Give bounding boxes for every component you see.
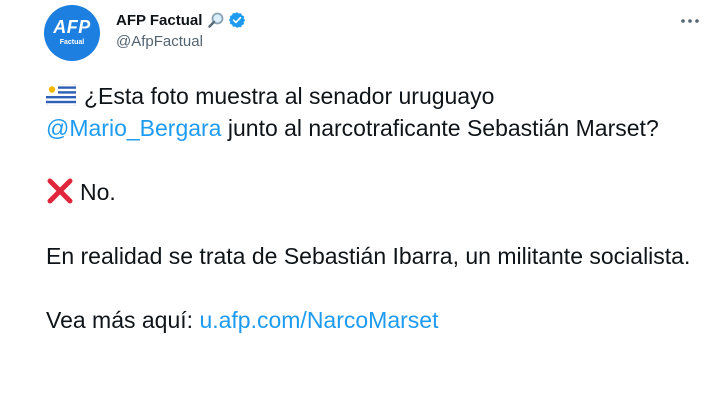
avatar[interactable]: AFP Factual — [44, 5, 100, 61]
tweet-body: ¿Esta foto muestra al senador uruguayo @… — [45, 80, 706, 336]
answer-paragraph: No. — [46, 176, 706, 208]
article-link[interactable]: u.afp.com/NarcoMarset — [199, 307, 438, 333]
avatar-logo-text: AFP — [53, 17, 91, 37]
author-name-row: AFP Factual — [116, 10, 246, 30]
avatar-logo-subtext: Factual — [59, 39, 85, 46]
author-handle[interactable]: @AfpFactual — [116, 33, 246, 50]
answer-text: No. — [80, 179, 116, 205]
more-options-icon — [680, 11, 700, 29]
question-text-continued: junto al narcotraficante Sebastián Marse… — [221, 115, 659, 141]
more-info-prefix: Vea más aquí: — [46, 307, 200, 333]
verified-badge-icon — [228, 11, 246, 29]
more-info-paragraph: Vea más aquí: u.afp.com/NarcoMarset — [46, 304, 706, 336]
tweet: AFP Factual AFP Factual @AfpFactual ¿Est… — [0, 0, 728, 420]
mention-link[interactable]: @Mario_Bergara — [46, 115, 221, 141]
more-options-button[interactable] — [676, 8, 704, 32]
author-block: AFP Factual @AfpFactual — [116, 10, 246, 50]
question-text: ¿Esta foto muestra al senador uruguayo — [84, 83, 495, 109]
magnifying-glass-icon — [207, 11, 225, 29]
uruguay-flag-icon — [45, 82, 77, 107]
red-x-icon — [46, 177, 74, 205]
question-paragraph: ¿Esta foto muestra al senador uruguayo @… — [45, 80, 706, 144]
explanation-paragraph: En realidad se trata de Sebastián Ibarra… — [46, 243, 691, 269]
author-display-name[interactable]: AFP Factual — [116, 12, 202, 29]
